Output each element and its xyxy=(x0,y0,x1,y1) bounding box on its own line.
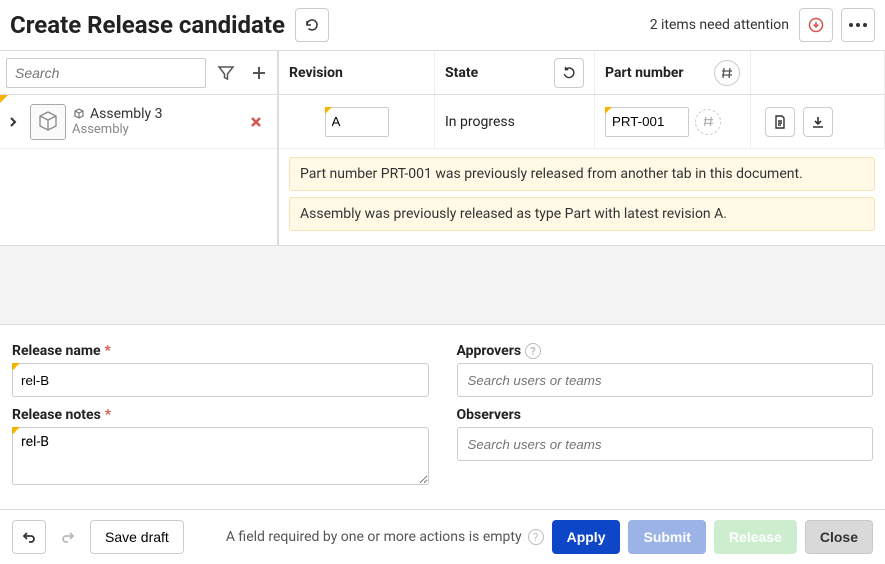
warning-message: Part number PRT-001 was previously relea… xyxy=(289,157,875,191)
release-name-label: Release name* xyxy=(12,343,429,359)
refresh-state-button[interactable] xyxy=(554,58,584,88)
col-state-label: State xyxy=(445,65,478,81)
footer-message: A field required by one or more actions … xyxy=(226,529,544,545)
release-name-input[interactable] xyxy=(12,363,429,397)
left-toolbar xyxy=(0,51,277,95)
col-state: State xyxy=(435,51,595,94)
help-icon[interactable]: ? xyxy=(528,529,544,545)
form-area: Release name* Release notes* <span></spa… xyxy=(0,324,885,509)
attention-button[interactable] xyxy=(799,8,833,42)
footer: Save draft A field required by one or mo… xyxy=(0,509,885,564)
warning-message: Assembly was previously released as type… xyxy=(289,197,875,231)
revision-input[interactable] xyxy=(325,107,389,137)
add-button[interactable] xyxy=(247,60,272,86)
right-panel: Revision State Part number xyxy=(279,51,885,245)
chevron-right-icon xyxy=(8,116,18,128)
help-icon[interactable]: ? xyxy=(525,343,541,359)
col-part-number: Part number xyxy=(595,51,751,94)
refresh-button[interactable] xyxy=(295,8,329,42)
document-icon xyxy=(772,114,788,130)
document-button[interactable] xyxy=(765,107,795,137)
more-menu-button[interactable] xyxy=(841,8,875,42)
state-value: In progress xyxy=(445,114,515,130)
cube-icon xyxy=(35,109,61,135)
hash-icon xyxy=(721,67,733,79)
download-button[interactable] xyxy=(803,107,833,137)
observers-input[interactable] xyxy=(457,427,874,461)
observers-label: Observers xyxy=(457,407,874,423)
attention-text: 2 items need attention xyxy=(650,17,789,33)
alert-down-icon xyxy=(808,17,824,33)
header: Create Release candidate 2 items need at… xyxy=(0,0,885,51)
hash-icon xyxy=(703,116,714,127)
redo-button xyxy=(54,523,82,551)
release-button[interactable]: Release xyxy=(714,520,797,554)
filter-icon xyxy=(217,64,235,82)
generate-part-row-button[interactable] xyxy=(695,109,721,135)
refresh-icon xyxy=(562,66,576,80)
tree-item-text: Assembly 3 Assembly xyxy=(72,106,243,137)
search-input[interactable] xyxy=(6,58,206,88)
release-notes-input[interactable]: <span></span> xyxy=(12,427,429,485)
submit-button[interactable]: Submit xyxy=(628,520,705,554)
item-thumbnail xyxy=(30,104,66,140)
table-row: In progress xyxy=(279,95,885,149)
remove-item-button[interactable] xyxy=(243,115,269,129)
empty-area xyxy=(0,246,885,324)
redo-icon xyxy=(60,529,76,545)
col-actions xyxy=(751,51,885,94)
col-part-label: Part number xyxy=(605,65,684,81)
apply-button[interactable]: Apply xyxy=(552,520,621,554)
main-content: Assembly 3 Assembly Revision State Part … xyxy=(0,51,885,246)
expand-caret[interactable] xyxy=(8,116,24,128)
filter-button[interactable] xyxy=(214,60,239,86)
undo-button[interactable] xyxy=(12,520,46,554)
approvers-input[interactable] xyxy=(457,363,874,397)
tree-item-kind: Assembly xyxy=(72,122,243,137)
save-draft-button[interactable]: Save draft xyxy=(90,520,184,554)
close-button[interactable]: Close xyxy=(805,520,873,554)
page-title: Create Release candidate xyxy=(10,11,285,39)
col-revision: Revision xyxy=(279,51,435,94)
warnings-area: Part number PRT-001 was previously relea… xyxy=(279,149,885,245)
generate-part-header-button[interactable] xyxy=(714,60,740,86)
download-icon xyxy=(810,114,826,130)
approvers-label: Approvers ? xyxy=(457,343,874,359)
undo-icon xyxy=(21,529,37,545)
part-number-input[interactable] xyxy=(605,107,689,137)
refresh-icon xyxy=(304,17,320,33)
table-header: Revision State Part number xyxy=(279,51,885,95)
assembly-icon xyxy=(72,107,86,121)
tree-item-name: Assembly 3 xyxy=(90,106,163,122)
plus-icon xyxy=(250,64,268,82)
release-notes-label: Release notes* xyxy=(12,407,429,423)
x-icon xyxy=(249,115,263,129)
dots-icon xyxy=(849,23,867,27)
left-panel: Assembly 3 Assembly xyxy=(0,51,279,245)
tree-item[interactable]: Assembly 3 Assembly xyxy=(0,95,277,149)
